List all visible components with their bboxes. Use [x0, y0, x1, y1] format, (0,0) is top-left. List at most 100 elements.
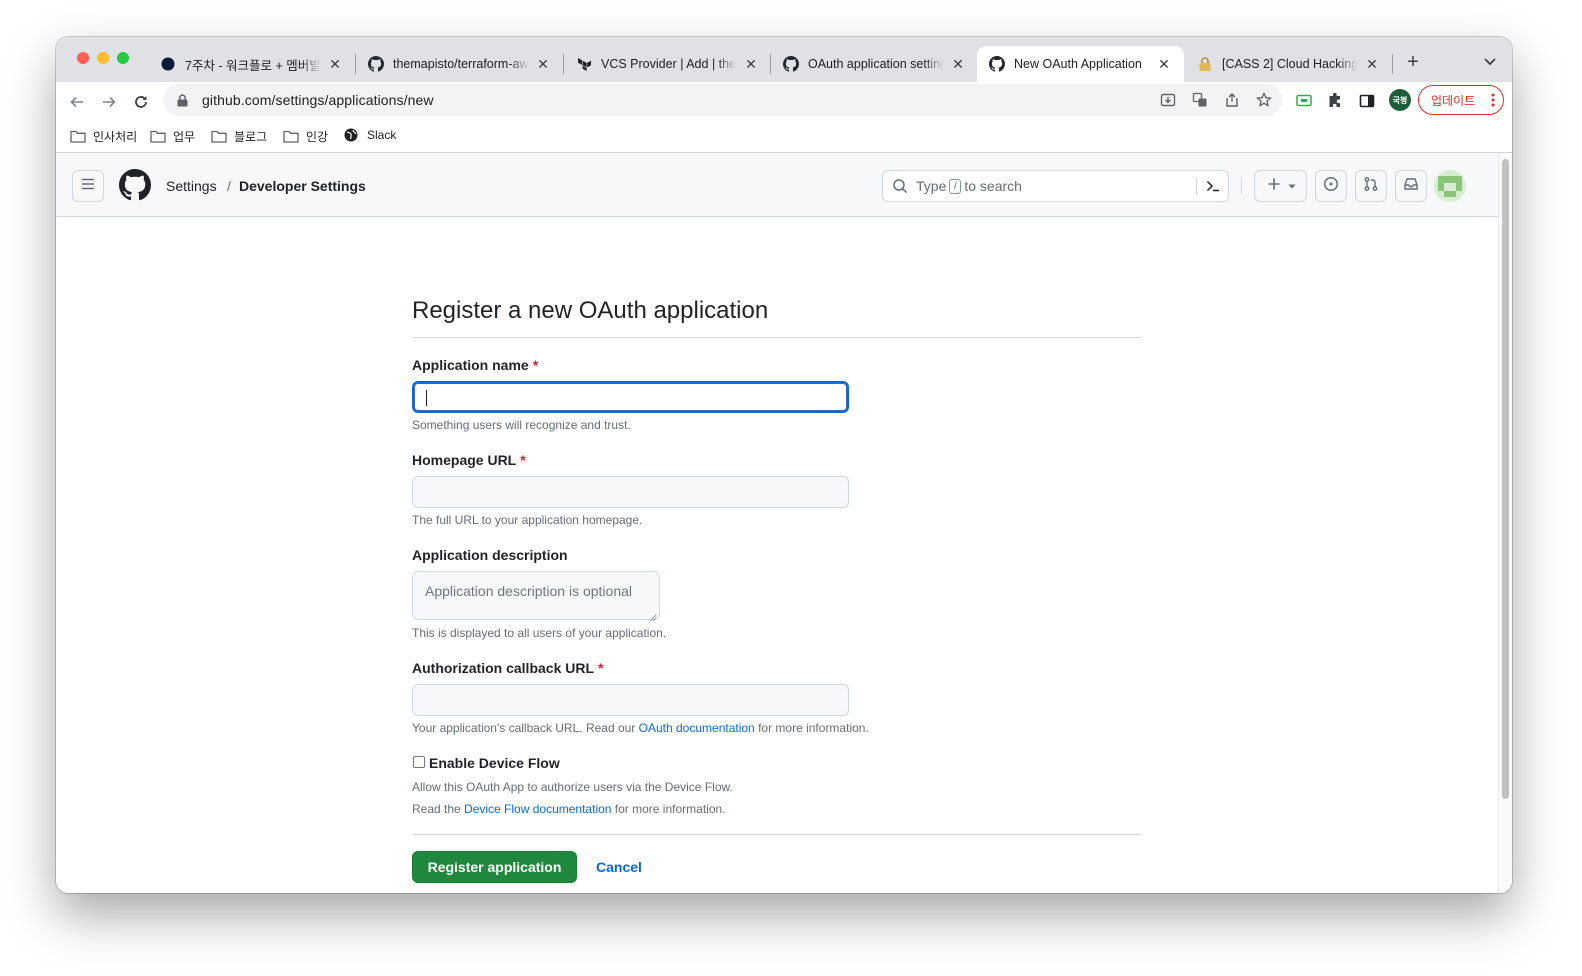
folder-icon — [283, 130, 300, 144]
inbox-button[interactable] — [1395, 170, 1427, 202]
bookmark-star-icon[interactable] — [1255, 91, 1273, 109]
close-window-button[interactable] — [77, 52, 89, 64]
browser-tab[interactable]: VCS Provider | Add | them ✕ — [564, 46, 771, 82]
bookmark-label: 인강 — [306, 130, 329, 144]
breadcrumb-current[interactable]: Developer Settings — [239, 178, 366, 194]
bookmarks-bar: 인사처리 업무 블로그 인강 Slack — [56, 120, 1512, 153]
menu-button[interactable] — [72, 170, 104, 202]
required-mark: * — [520, 452, 526, 468]
description-placeholder: Application description is optional — [425, 583, 633, 599]
register-application-button[interactable]: Register application — [412, 851, 577, 883]
browser-tab[interactable]: 7주차 - 워크플로 + 멤버발표( ✕ — [148, 46, 355, 82]
update-label: 업데이트 — [1431, 93, 1476, 108]
callback-url-input[interactable] — [412, 684, 849, 716]
bookmark-item[interactable]: 인강 — [283, 128, 328, 145]
tab-title: VCS Provider | Add | them — [601, 57, 737, 71]
browser-toolbar: github.com/settings/applications/new 국평 … — [56, 82, 1512, 120]
extension-screen-icon[interactable] — [1294, 91, 1314, 111]
user-avatar[interactable] — [1434, 170, 1466, 202]
oauth-documentation-link[interactable]: OAuth documentation — [639, 721, 755, 735]
required-mark: * — [532, 357, 539, 373]
tab-title: [CASS 2] Cloud Hacking/S — [1222, 57, 1358, 71]
address-bar[interactable]: github.com/settings/applications/new — [163, 84, 1282, 116]
update-button[interactable]: 업데이트 — [1418, 85, 1504, 115]
bookmark-item[interactable]: Slack — [344, 128, 396, 142]
minimize-window-button[interactable] — [97, 52, 109, 64]
github-icon — [368, 56, 384, 72]
extensions-puzzle-icon[interactable] — [1325, 91, 1345, 111]
github-header: Settings / Developer Settings Type / to … — [56, 154, 1498, 217]
page-content: Settings / Developer Settings Type / to … — [56, 154, 1498, 893]
reload-icon[interactable] — [128, 89, 154, 115]
folder-icon — [211, 130, 228, 144]
tab-search-chevron-icon[interactable] — [1480, 51, 1500, 71]
tab-close-icon[interactable]: ✕ — [535, 56, 551, 73]
search-placeholder-post: to search — [964, 178, 1022, 194]
inbox-icon — [1403, 176, 1419, 197]
new-tab-plus-icon[interactable]: + — [1402, 51, 1424, 73]
github-icon — [783, 56, 799, 72]
translate-icon[interactable] — [1191, 91, 1209, 109]
tab-strip: 7주차 - 워크플로 + 멤버발표( ✕ themapisto/terrafor… — [56, 37, 1512, 82]
github-logo-icon[interactable] — [119, 169, 151, 201]
create-new-button[interactable] — [1254, 170, 1307, 202]
side-panel-icon[interactable] — [1357, 91, 1377, 111]
url-text: github.com/settings/applications/new — [202, 92, 434, 108]
required-mark: * — [598, 660, 604, 676]
tab-title: 7주차 - 워크플로 + 멤버발표( — [185, 58, 321, 73]
browser-window: 7주차 - 워크플로 + 멤버발표( ✕ themapisto/terrafor… — [56, 37, 1512, 893]
tab-title: OAuth application settings — [808, 57, 944, 71]
maximize-window-button[interactable] — [117, 52, 129, 64]
app-name-label: Application name * — [412, 357, 539, 373]
tab-close-icon[interactable]: ✕ — [1364, 56, 1380, 73]
bookmark-item[interactable]: 업무 — [150, 128, 195, 145]
bookmark-item[interactable]: 인사처리 — [70, 128, 137, 145]
issues-button[interactable] — [1315, 170, 1347, 202]
description-note: This is displayed to all users of your a… — [412, 626, 667, 640]
back-arrow-icon[interactable] — [64, 89, 90, 115]
browser-tab[interactable]: themapisto/terraform-aws ✕ — [356, 46, 563, 82]
profile-avatar[interactable]: 국평 — [1389, 89, 1411, 111]
share-icon[interactable] — [1223, 91, 1241, 109]
search-icon — [892, 178, 908, 194]
text-caret — [426, 390, 427, 406]
resize-handle-icon[interactable] — [649, 609, 657, 622]
page-scrollbar[interactable] — [1498, 154, 1512, 893]
search-input[interactable]: Type / to search — [882, 170, 1229, 202]
command-palette-icon[interactable] — [1205, 178, 1221, 194]
tab-close-icon[interactable]: ✕ — [950, 56, 966, 73]
hamburger-icon — [80, 176, 96, 197]
search-divider — [1196, 177, 1197, 195]
app-name-note: Something users will recognize and trust… — [412, 418, 631, 432]
cancel-link[interactable]: Cancel — [596, 859, 642, 875]
search-shortcut-key: / — [949, 178, 962, 194]
device-flow-label[interactable]: Enable Device Flow — [429, 755, 560, 771]
breadcrumb-settings[interactable]: Settings — [166, 178, 217, 194]
bookmark-label: 인사처리 — [93, 130, 138, 144]
tab-separator — [1392, 54, 1393, 74]
pull-requests-button[interactable] — [1355, 170, 1387, 202]
homepage-url-input[interactable] — [412, 476, 849, 508]
browser-tab[interactable]: [CASS 2] Cloud Hacking/S ✕ — [1185, 46, 1392, 82]
device-flow-doc-note: Read the Device Flow documentation for m… — [412, 802, 726, 816]
folder-icon — [150, 130, 167, 144]
lock-icon[interactable] — [175, 93, 189, 107]
moon-icon — [160, 56, 176, 72]
plus-icon — [1266, 176, 1282, 197]
enable-device-flow-checkbox[interactable] — [413, 756, 425, 768]
browser-tab[interactable]: OAuth application settings ✕ — [771, 46, 978, 82]
more-vert-icon — [1491, 92, 1495, 108]
browser-tab-active[interactable]: New OAuth Application ✕ — [977, 46, 1184, 82]
application-name-input[interactable] — [412, 381, 849, 413]
tab-title: New OAuth Application — [1014, 57, 1142, 71]
tab-close-icon[interactable]: ✕ — [327, 56, 343, 73]
install-icon[interactable] — [1159, 91, 1177, 109]
tab-close-icon[interactable]: ✕ — [1156, 56, 1172, 73]
application-description-textarea[interactable]: Application description is optional — [412, 571, 660, 622]
forward-arrow-icon[interactable] — [96, 89, 122, 115]
device-flow-documentation-link[interactable]: Device Flow documentation — [464, 802, 611, 816]
description-label: Application description — [412, 547, 568, 563]
scrollbar-thumb[interactable] — [1502, 159, 1509, 799]
tab-close-icon[interactable]: ✕ — [743, 56, 759, 73]
bookmark-item[interactable]: 블로그 — [211, 128, 267, 145]
